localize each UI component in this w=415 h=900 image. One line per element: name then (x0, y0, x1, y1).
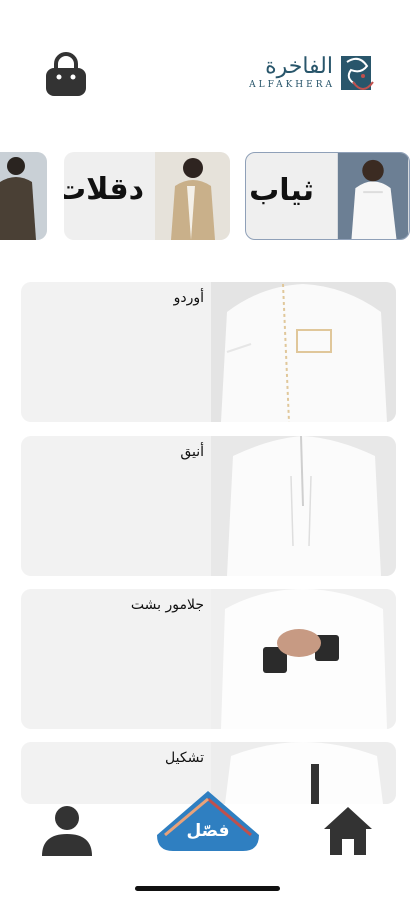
product-name: تشكيل (165, 750, 204, 766)
shopping-bag-icon[interactable] (44, 52, 88, 98)
brand-name-arabic: الفاخرة (265, 54, 333, 79)
product-image (211, 282, 396, 422)
tailor-button[interactable]: فصّل (155, 789, 261, 855)
category-photo (155, 152, 230, 240)
product-card[interactable]: أنيق (21, 436, 396, 576)
category-carousel[interactable]: ثياب دقلات (0, 152, 415, 242)
product-name: جلامور بشت (130, 597, 204, 613)
category-photo (0, 152, 47, 240)
home-indicator (135, 886, 280, 891)
category-photo (337, 153, 409, 239)
brand-mark-icon (341, 56, 374, 90)
profile-icon[interactable] (40, 804, 94, 858)
product-name: أنيق (180, 444, 204, 460)
product-image (211, 436, 396, 576)
home-icon[interactable] (322, 805, 374, 857)
product-image (211, 589, 396, 729)
brand-logo: الفاخرة ALFAKHERA (235, 50, 375, 100)
category-label: ثياب (249, 173, 314, 208)
product-card[interactable]: جلامور بشت (21, 589, 396, 729)
brand-name-latin: ALFAKHERA (249, 80, 335, 90)
product-name: أوردو (173, 290, 204, 306)
product-card[interactable]: أوردو (21, 282, 396, 422)
category-label: دقلات (64, 172, 144, 207)
tailor-button-label: فصّل (186, 821, 230, 841)
category-daqlat[interactable]: دقلات (64, 152, 230, 240)
category-partial[interactable] (0, 152, 47, 240)
category-thiyab[interactable]: ثياب (245, 152, 410, 240)
